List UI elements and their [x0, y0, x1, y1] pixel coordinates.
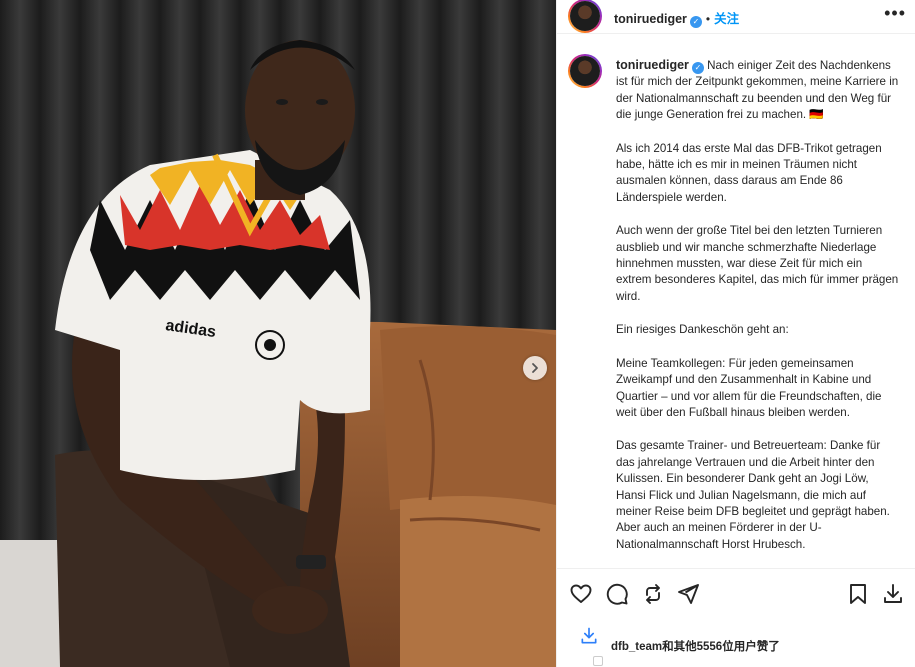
- post-header: toniruediger ✓ • 关注 •••: [557, 0, 915, 34]
- next-image-icon: [532, 363, 538, 373]
- separator-dot: •: [705, 12, 711, 26]
- small-indicator-icon: [593, 656, 603, 666]
- save-bookmark-icon[interactable]: [846, 582, 870, 606]
- caption-scroll-area[interactable]: toniruediger ✓ Nach einiger Zeit des Nach…: [557, 43, 915, 568]
- post-side-panel: toniruediger ✓ • 关注 ••• toniruediger ✓ Nach …: [556, 0, 915, 667]
- share-icon[interactable]: [676, 582, 700, 606]
- likes-text[interactable]: dfb_team和其他5556位用户赞了: [611, 638, 780, 654]
- caption-avatar[interactable]: [568, 54, 602, 88]
- post-photo[interactable]: adidas: [0, 0, 556, 667]
- avatar-image: [570, 1, 600, 31]
- header-user-line: toniruediger ✓ • 关注: [614, 8, 739, 28]
- caption-paragraph: Ein riesiges Dankeschön geht an:: [616, 323, 789, 337]
- caption-paragraph: Als ich 2014 das erste Mal das DFB-Triko…: [616, 141, 885, 204]
- download-arrow-icon[interactable]: [579, 626, 599, 646]
- header-username[interactable]: toniruediger: [614, 12, 687, 26]
- more-options-icon[interactable]: •••: [884, 4, 906, 22]
- avatar[interactable]: [568, 0, 602, 33]
- caption-verified-badge-icon: ✓: [691, 62, 704, 74]
- like-heart-icon[interactable]: [569, 582, 593, 606]
- follow-button[interactable]: 关注: [714, 12, 739, 26]
- caption-paragraph: Auch wenn der große Titel bei den letzte…: [616, 224, 902, 303]
- instagram-post-view: adidas toniruediger ✓ • 关注 ••• toniruedi…: [0, 0, 915, 667]
- download-icon[interactable]: [881, 582, 905, 606]
- likes-row: dfb_team和其他5556位用户赞了: [557, 620, 915, 667]
- action-bar: [557, 568, 915, 615]
- comment-icon[interactable]: [605, 582, 629, 606]
- caption-text: toniruediger ✓ Nach einiger Zeit des Nach…: [616, 57, 900, 568]
- next-image-button[interactable]: [523, 356, 547, 380]
- repost-icon[interactable]: [641, 582, 665, 606]
- caption-paragraph: Meine Teamkollegen: Für jeden gemeinsame…: [616, 356, 885, 419]
- caption-avatar-image: [570, 56, 600, 86]
- photo-illustration: adidas: [0, 0, 556, 667]
- caption-username[interactable]: toniruediger: [616, 58, 689, 72]
- caption-paragraph: Das gesamte Trainer- und Betreuerteam: D…: [616, 439, 893, 551]
- verified-badge-icon: ✓: [689, 16, 702, 28]
